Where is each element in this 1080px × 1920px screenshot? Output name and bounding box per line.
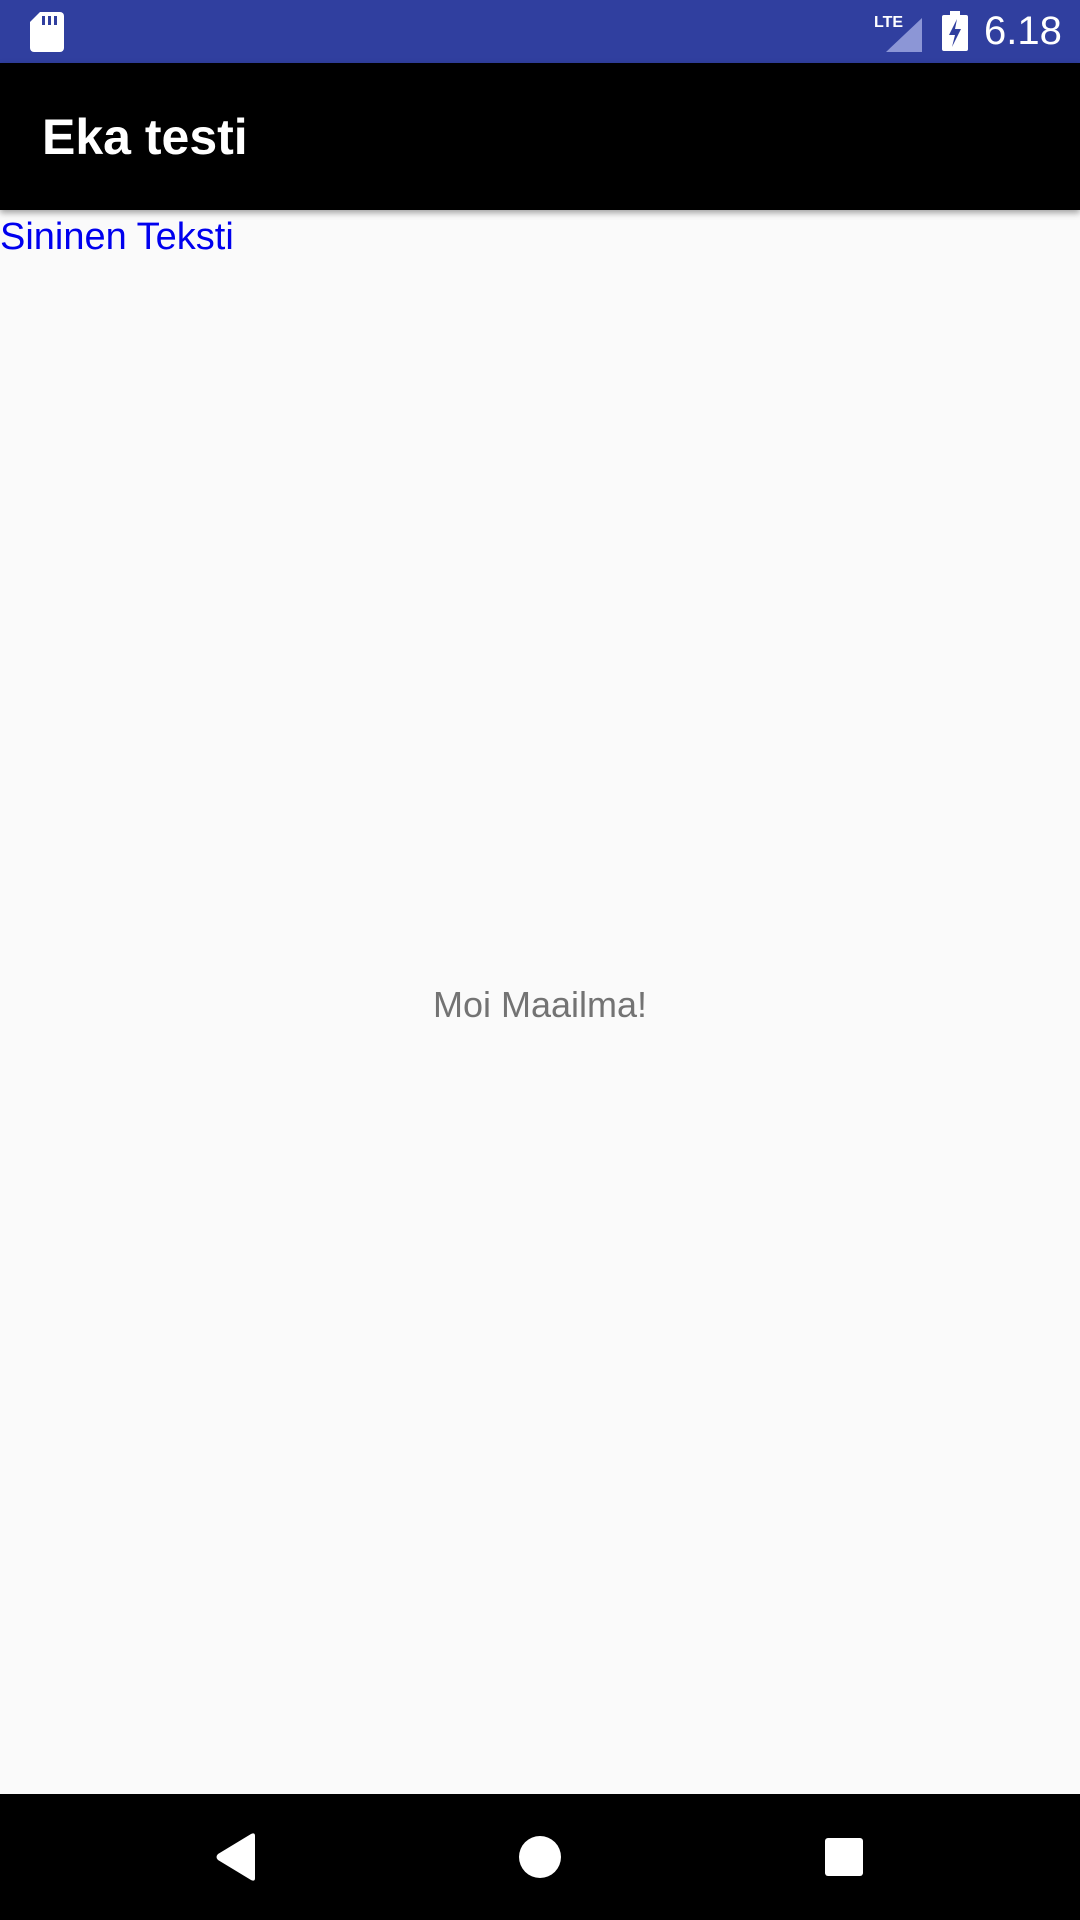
recents-icon: [825, 1838, 863, 1876]
home-icon: [519, 1836, 561, 1878]
battery-charging-icon: [942, 11, 968, 51]
recents-button[interactable]: [799, 1812, 889, 1902]
home-button[interactable]: [495, 1812, 585, 1902]
svg-text:LTE: LTE: [874, 14, 903, 31]
lte-signal-icon: LTE: [874, 14, 922, 52]
app-bar: Eka testi: [0, 63, 1080, 210]
app-title: Eka testi: [42, 109, 248, 165]
main-content: Sininen Teksti Moi Maailma!: [0, 210, 1080, 1794]
back-button[interactable]: [191, 1812, 281, 1902]
status-clock: 6.18: [984, 9, 1062, 53]
blue-text-label: Sininen Teksti: [0, 216, 234, 258]
sd-card-icon: [30, 12, 64, 52]
navigation-bar: [0, 1794, 1080, 1920]
status-bar: LTE 6.18: [0, 0, 1080, 63]
back-icon: [216, 1833, 255, 1881]
hello-world-text: Moi Maailma!: [432, 984, 648, 1025]
